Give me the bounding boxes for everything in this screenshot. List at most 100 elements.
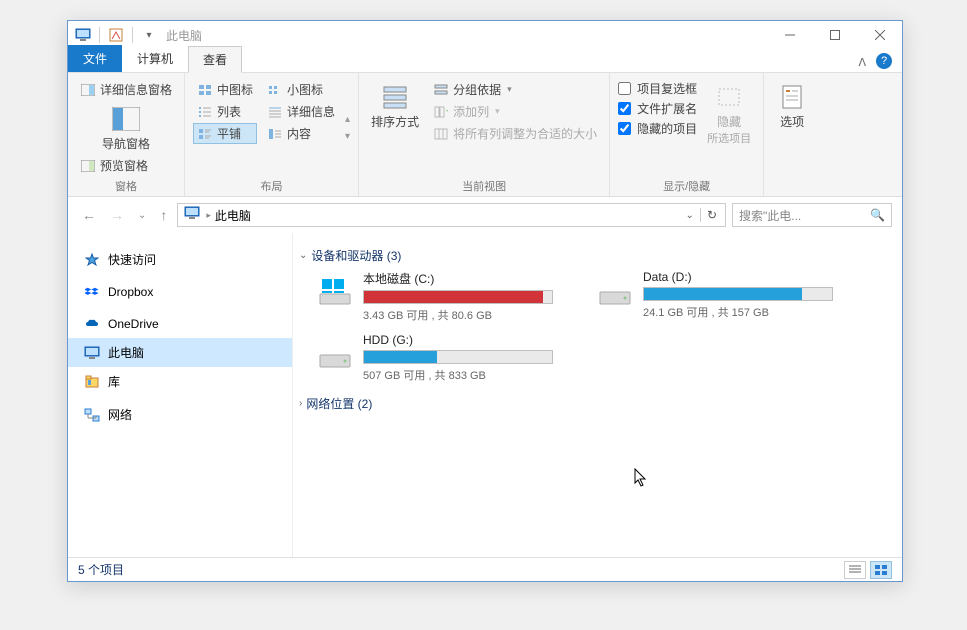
sort-by-button[interactable]: 排序方式	[367, 79, 423, 176]
list-icon	[197, 104, 213, 120]
nav-pane-button[interactable]: 导航窗格	[76, 101, 176, 154]
window-title: 此电脑	[166, 27, 202, 44]
item-checkboxes-toggle[interactable]: 项目复选框	[618, 79, 697, 98]
drive-usage-bar	[363, 290, 553, 304]
chevron-down-icon: ⌄	[299, 250, 307, 261]
collapse-ribbon-button[interactable]: ᐱ	[850, 53, 874, 72]
sidebar-item-libraries[interactable]: 库	[68, 367, 292, 396]
pc-icon	[74, 26, 92, 44]
sidebar-item-pc[interactable]: 此电脑	[68, 338, 292, 367]
preview-pane-button[interactable]: 预览窗格	[76, 155, 176, 176]
sidebar-item-dropbox[interactable]: Dropbox	[68, 278, 292, 306]
drive-name: HDD (G:)	[363, 333, 567, 347]
size-columns-button[interactable]: 将所有列调整为合适的大小	[429, 123, 601, 144]
drive-item[interactable]: HDD (G:) 507 GB 可用 , 共 833 GB	[317, 333, 567, 383]
status-bar: 5 个项目	[68, 557, 902, 581]
svg-text:+: +	[446, 106, 448, 116]
layout-tiles[interactable]: 平铺	[193, 123, 257, 144]
drive-space-text: 24.1 GB 可用 , 共 157 GB	[643, 304, 847, 320]
address-bar[interactable]: ▸ 此电脑 ⌄ ↻	[177, 203, 726, 227]
layout-list[interactable]: 列表	[193, 101, 257, 122]
sidebar-item-star[interactable]: 快速访问	[68, 245, 292, 274]
drive-icon	[317, 270, 353, 306]
refresh-button[interactable]: ↻	[700, 208, 723, 222]
chevron-right-icon: ›	[299, 398, 302, 409]
navigation-row: ← → ⌄ ↑ ▸ 此电脑 ⌄ ↻ 搜索"此电... 🔍	[68, 197, 902, 233]
qat-dropdown-icon[interactable]: ▾	[140, 26, 158, 44]
layout-details[interactable]: 详细信息	[263, 101, 339, 122]
details-pane-icon	[80, 82, 96, 98]
help-icon[interactable]: ?	[876, 53, 892, 69]
layout-scroll-down[interactable]: ▾	[345, 131, 350, 142]
network-group-header[interactable]: › 网络位置 (2)	[299, 391, 896, 418]
file-extensions-toggle[interactable]: 文件扩展名	[618, 99, 697, 118]
back-button[interactable]: ←	[78, 205, 100, 225]
navigation-pane: 快速访问 Dropbox OneDrive 此电脑库网络	[68, 233, 293, 557]
breadcrumb[interactable]: 此电脑	[211, 207, 255, 224]
ribbon-group-layout: 中图标 列表 平铺 小图标 详细信息 内容 ▴ ▾ 布局	[185, 73, 359, 196]
sidebar-item-label: Dropbox	[108, 285, 153, 299]
ribbon-group-panes: 详细信息窗格 导航窗格 预览窗格 窗格	[68, 73, 185, 196]
sidebar-item-network[interactable]: 网络	[68, 400, 292, 429]
drive-item[interactable]: Data (D:) 24.1 GB 可用 , 共 157 GB	[597, 270, 847, 323]
tab-file[interactable]: 文件	[68, 45, 122, 72]
titlebar: ▾ 此电脑	[68, 21, 902, 49]
add-columns-icon: +	[433, 104, 449, 120]
layout-small-icons[interactable]: 小图标	[263, 79, 339, 100]
close-button[interactable]	[857, 21, 902, 49]
up-button[interactable]: ↑	[156, 205, 171, 225]
layout-scroll-up[interactable]: ▴	[345, 114, 350, 125]
ribbon-group-show-hide: 项目复选框 文件扩展名 隐藏的项目 隐藏 所选项目 显示/隐藏	[610, 73, 764, 196]
libraries-icon	[84, 374, 100, 390]
sidebar-item-label: 库	[108, 373, 120, 390]
small-icons-icon	[267, 82, 283, 98]
onedrive-icon	[84, 316, 100, 332]
tiles-view-button[interactable]	[870, 561, 892, 579]
options-button[interactable]: 选项	[772, 79, 812, 180]
forward-button[interactable]: →	[106, 205, 128, 225]
drive-usage-bar	[363, 350, 553, 364]
drive-icon	[317, 333, 353, 369]
minimize-button[interactable]	[767, 21, 812, 49]
search-placeholder: 搜索"此电...	[739, 207, 801, 224]
hidden-items-toggle[interactable]: 隐藏的项目	[618, 119, 697, 138]
tab-computer[interactable]: 计算机	[122, 45, 188, 72]
content-icon	[267, 126, 283, 142]
pc-icon	[84, 345, 100, 361]
drive-name: Data (D:)	[643, 270, 847, 284]
search-input[interactable]: 搜索"此电... 🔍	[732, 203, 892, 227]
ribbon-group-options: 选项	[764, 73, 820, 196]
drive-space-text: 3.43 GB 可用 , 共 80.6 GB	[363, 307, 567, 323]
sidebar-item-label: 网络	[108, 406, 132, 423]
ribbon: 详细信息窗格 导航窗格 预览窗格 窗格 中图标	[68, 73, 902, 197]
properties-icon[interactable]	[107, 26, 125, 44]
nav-pane-icon	[110, 103, 142, 135]
recent-locations-button[interactable]: ⌄	[134, 208, 150, 223]
details-view-button[interactable]	[844, 561, 866, 579]
layout-medium-icons[interactable]: 中图标	[193, 79, 257, 100]
dropbox-icon	[84, 284, 100, 300]
ribbon-tabs: 文件 计算机 查看 ᐱ ?	[68, 49, 902, 73]
group-by-button[interactable]: 分组依据▾	[429, 79, 601, 100]
explorer-window: ▾ 此电脑 文件 计算机 查看 ᐱ ? 详细信息窗格	[67, 20, 903, 582]
sidebar-item-onedrive[interactable]: OneDrive	[68, 310, 292, 338]
sort-icon	[379, 81, 411, 113]
sidebar-item-label: 此电脑	[108, 344, 144, 361]
content-pane: ⌄ 设备和驱动器 (3) 本地磁盘 (C:) 3.43 GB 可用 , 共 80…	[293, 233, 902, 557]
hide-selected-button[interactable]: 隐藏 所选项目	[703, 79, 755, 176]
drive-item[interactable]: 本地磁盘 (C:) 3.43 GB 可用 , 共 80.6 GB	[317, 270, 567, 323]
details-pane-button[interactable]: 详细信息窗格	[76, 79, 176, 100]
ribbon-group-current-view: 排序方式 分组依据▾ +添加列▾ 将所有列调整为合适的大小 当前视图	[359, 73, 610, 196]
devices-group-header[interactable]: ⌄ 设备和驱动器 (3)	[299, 243, 896, 270]
layout-content[interactable]: 内容	[263, 123, 339, 144]
tab-view[interactable]: 查看	[188, 46, 242, 73]
network-icon	[84, 407, 100, 423]
maximize-button[interactable]	[812, 21, 857, 49]
drive-name: 本地磁盘 (C:)	[363, 270, 567, 287]
preview-pane-icon	[80, 158, 96, 174]
hide-icon	[713, 81, 745, 113]
add-columns-button[interactable]: +添加列▾	[429, 101, 601, 122]
drive-icon	[597, 270, 633, 306]
address-dropdown-icon[interactable]: ⌄	[680, 210, 700, 221]
status-text: 5 个项目	[78, 561, 124, 578]
